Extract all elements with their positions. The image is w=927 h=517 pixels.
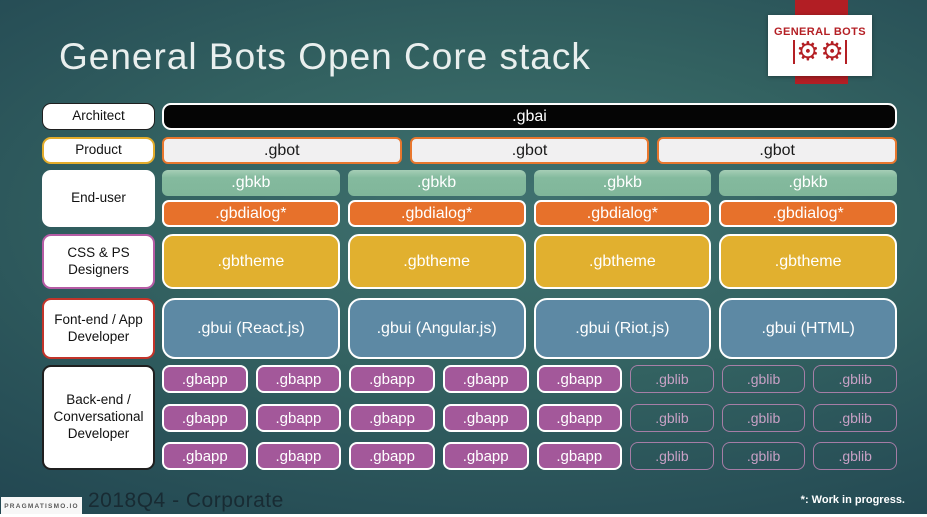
role-label-css-ps-designers: CSS & PS Designers (42, 234, 155, 289)
slide-background: General Bots Open Core stack GENERAL BOT… (0, 0, 927, 517)
gbtheme-box: .gbtheme (347, 234, 526, 289)
gbui-riot-box: .gbui (Riot.js) (533, 298, 712, 359)
gbdialog-box: .gbdialog* (347, 200, 526, 227)
gbapp-box: .gbapp (442, 442, 529, 470)
gbui-angular-box: .gbui (Angular.js) (347, 298, 526, 359)
gbapp-box: .gbapp (536, 442, 623, 470)
gblib-box: .gblib (721, 404, 806, 432)
gbui-html-box: .gbui (HTML) (719, 298, 897, 359)
gblib-box: .gblib (630, 365, 714, 393)
gbapp-box: .gbapp (442, 365, 529, 393)
gblib-box: .gblib (721, 365, 806, 393)
general-bots-logo: GENERAL BOTS ⚙ ⚙ (768, 15, 872, 76)
gbapp-box: .gbapp (255, 442, 342, 470)
logo-brand-text: GENERAL BOTS (774, 26, 866, 38)
gbot-box: .gbot (657, 137, 898, 164)
gbkb-box: .gbkb (719, 170, 897, 196)
gbkb-box: .gbkb (347, 170, 526, 196)
gbui-react-box: .gbui (React.js) (162, 298, 340, 359)
gbapp-box: .gbapp (162, 404, 248, 432)
gbapp-box: .gbapp (442, 404, 529, 432)
gbdialog-box: .gbdialog* (533, 200, 712, 227)
gbapp-box: .gbapp (349, 404, 435, 432)
gbot-box: .gbot (409, 137, 650, 164)
gbapp-box: .gbapp (349, 365, 435, 393)
role-label-architect: Architect (42, 103, 155, 130)
footer-caption: 2018Q4 - Corporate (88, 489, 284, 512)
gear-icon: ⚙ (796, 37, 820, 67)
gbtheme-box: .gbtheme (533, 234, 712, 289)
gbapp-box: .gbapp (162, 442, 248, 470)
gears-logo: ⚙ ⚙ (792, 37, 848, 67)
pragmatismo-logo: PRAGMATISMO.IO (1, 497, 82, 515)
gbapp-box: .gbapp (536, 404, 623, 432)
gbapp-box: .gbapp (162, 365, 248, 393)
role-label-end-user: End-user (42, 170, 155, 227)
gbdialog-box: .gbdialog* (162, 200, 340, 227)
gbapp-box: .gbapp (255, 404, 342, 432)
gblib-box: .gblib (813, 404, 897, 432)
work-in-progress-note: *: Work in progress. (800, 494, 905, 506)
gbtheme-box: .gbtheme (719, 234, 897, 289)
gblib-box: .gblib (721, 442, 806, 470)
gbapp-box: .gbapp (536, 365, 623, 393)
gblib-box: .gblib (813, 442, 897, 470)
gbdialog-box: .gbdialog* (719, 200, 897, 227)
gbot-box: .gbot (162, 137, 402, 164)
gbkb-box: .gbkb (533, 170, 712, 196)
gbai-box: .gbai (162, 103, 897, 130)
gblib-box: .gblib (813, 365, 897, 393)
gbapp-box: .gbapp (349, 442, 435, 470)
role-label-frontend-app-developer: Font-end / App Developer (42, 298, 155, 359)
gbkb-box: .gbkb (162, 170, 340, 196)
gear-bar-left-icon (792, 40, 796, 64)
gbapp-box: .gbapp (255, 365, 342, 393)
gblib-box: .gblib (630, 404, 714, 432)
gblib-box: .gblib (630, 442, 714, 470)
role-label-product: Product (42, 137, 155, 164)
gear-icon: ⚙ (820, 37, 844, 67)
gbtheme-box: .gbtheme (162, 234, 340, 289)
role-label-backend-conversational-developer: Back-end / Conversational Developer (42, 365, 155, 470)
page-title: General Bots Open Core stack (59, 36, 591, 77)
gear-bar-right-icon (844, 40, 848, 64)
